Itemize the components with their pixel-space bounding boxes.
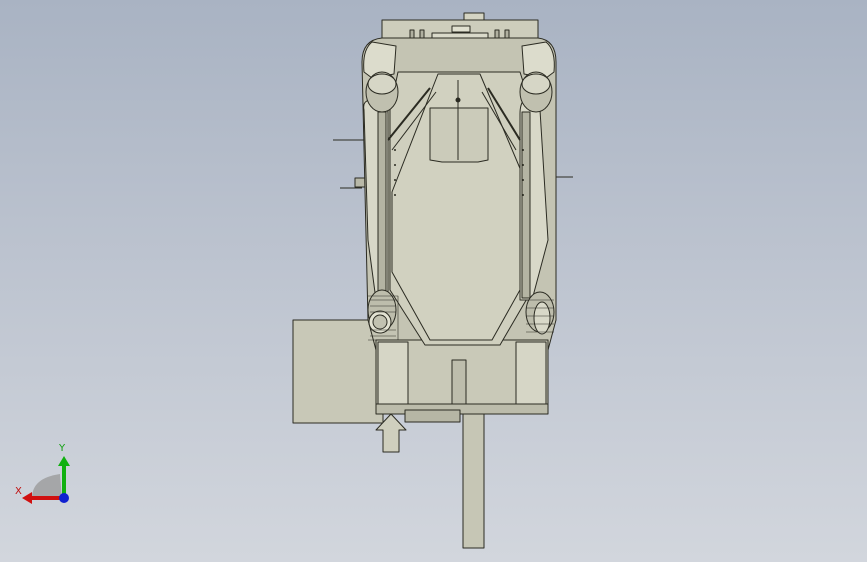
orientation-triad [22, 456, 70, 504]
side-gearbox [292, 319, 384, 424]
top-slot [451, 25, 471, 33]
plate-hatch [429, 107, 489, 163]
lower-right-cylinder [515, 341, 547, 407]
lower-center-slot [451, 359, 467, 409]
cad-model-view[interactable] [0, 0, 867, 562]
y-axis-label: Y [59, 443, 66, 454]
x-axis-label: X [15, 486, 22, 497]
graphics-viewport[interactable]: X Y [0, 0, 867, 562]
right-arm-inner [521, 111, 531, 299]
bottom-flange [375, 403, 549, 415]
bottom-shaft [462, 407, 485, 549]
triad-z-axis [59, 493, 69, 503]
bottom-block [404, 409, 461, 423]
triad-y-arrow [58, 456, 70, 466]
left-peg [354, 177, 366, 188]
left-arm-inner [377, 111, 387, 299]
lower-left-cylinder [377, 341, 409, 407]
triad-x-arrow [22, 492, 32, 504]
